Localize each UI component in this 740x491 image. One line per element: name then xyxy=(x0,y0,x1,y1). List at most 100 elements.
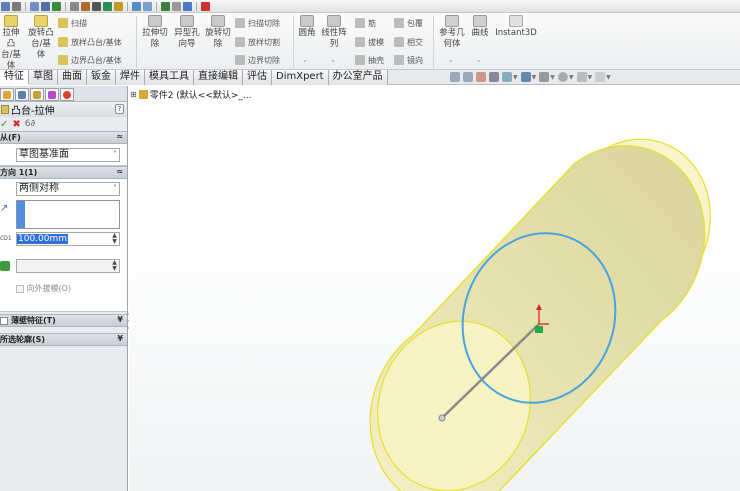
tab-2[interactable]: 曲面 xyxy=(58,70,87,85)
mirror-button[interactable]: 镜向 xyxy=(394,52,423,68)
collapse-icon[interactable]: ≈ xyxy=(116,167,123,176)
tab-6[interactable]: 直接编辑 xyxy=(194,70,243,85)
cube-icon[interactable] xyxy=(92,1,101,11)
reference-geometry-button[interactable]: 参考几 何体 xyxy=(437,13,467,50)
draft-angle-input[interactable]: ▲ ▼ xyxy=(16,259,120,273)
dimxpert-tab[interactable] xyxy=(45,88,59,101)
swept-cut-button[interactable]: 扫描切除 xyxy=(235,15,280,31)
hide-show-icon[interactable] xyxy=(539,72,550,82)
from-group-header[interactable]: 从(F) ≈ xyxy=(0,131,127,144)
expand-icon[interactable]: ¥ xyxy=(117,315,123,324)
rib-button[interactable]: 筋 xyxy=(355,15,376,31)
rebuild-icon[interactable] xyxy=(52,1,61,11)
thin-feature-header[interactable]: 薄壁特征(T) ¥ xyxy=(0,314,127,327)
image-icon[interactable] xyxy=(161,1,170,11)
view-orientation-icon[interactable] xyxy=(502,72,512,82)
shell-button[interactable]: 抽壳 xyxy=(355,52,384,68)
linear-pattern-button[interactable]: 线性阵 列 xyxy=(319,13,349,50)
options-icon[interactable] xyxy=(70,1,79,11)
previous-view-icon[interactable] xyxy=(476,72,486,82)
collapse-icon[interactable]: ≈ xyxy=(116,132,123,141)
depth-input[interactable]: 100.00mm ▲ ▼ xyxy=(16,232,120,246)
pattern-dropdown-icon[interactable]: ˅ xyxy=(331,60,335,68)
revolve-cut-button[interactable]: 旋转切 除 xyxy=(204,13,232,50)
extrude-boss-button[interactable]: 拉伸凸 台/基 体 xyxy=(0,13,22,72)
hole-wizard-button[interactable]: 异型孔 向导 xyxy=(172,13,202,50)
pin-icon[interactable] xyxy=(103,1,112,11)
from-select[interactable]: 草图基准面 ˅ xyxy=(16,148,120,162)
tab-5[interactable]: 模具工具 xyxy=(145,70,194,85)
print-icon[interactable] xyxy=(172,1,181,11)
new-icon[interactable] xyxy=(1,1,10,11)
tab-9[interactable]: 办公室产品 xyxy=(328,70,388,85)
help-icon[interactable]: ? xyxy=(115,104,124,114)
extrude-cut-button[interactable]: 拉伸切 除 xyxy=(141,13,169,50)
draft-outward-checkbox[interactable] xyxy=(16,284,24,293)
chevron-down-icon[interactable]: ▼ xyxy=(606,74,611,81)
draft-button[interactable]: 拔模 xyxy=(355,34,384,50)
arrow-end-handle[interactable] xyxy=(438,414,446,422)
cancel-icon[interactable]: ✖ xyxy=(12,119,20,130)
chevron-down-icon[interactable]: ▼ xyxy=(513,74,518,81)
boundary-boss-button[interactable]: 边界凸台/基体 xyxy=(58,52,122,68)
export-icon[interactable] xyxy=(201,1,210,11)
tab-3[interactable]: 钣金 xyxy=(87,70,116,85)
sweep-button[interactable]: 扫描 xyxy=(58,15,87,31)
wrap-button[interactable]: 包覆 xyxy=(394,15,423,31)
chevron-down-icon[interactable]: ▼ xyxy=(550,74,555,81)
refgeom-dropdown-icon[interactable]: ˅ xyxy=(449,60,453,68)
end-condition-select[interactable]: 两侧对称 ˅ xyxy=(16,182,120,196)
lofted-cut-button[interactable]: 放样切割 xyxy=(235,34,280,50)
graphics-area[interactable]: ⊞ 零件2 (默认<<默认>_... xyxy=(129,86,740,491)
instant3d-button[interactable]: Instant3D xyxy=(494,13,538,39)
direction-arrow-icon[interactable]: ↗ xyxy=(0,204,10,214)
chevron-down-icon[interactable]: ▼ xyxy=(532,74,537,81)
draft-toggle-icon[interactable] xyxy=(0,261,10,271)
tab-8[interactable]: DimXpert xyxy=(272,70,329,85)
view-settings-icon[interactable] xyxy=(595,72,606,82)
sketch-icon[interactable] xyxy=(12,1,21,11)
expand-icon[interactable]: ¥ xyxy=(117,334,123,343)
apply-scene-icon[interactable] xyxy=(576,72,587,82)
thin-feature-checkbox[interactable] xyxy=(0,316,8,325)
loft-boss-button[interactable]: 放样凸台/基体 xyxy=(58,34,122,50)
select-icon[interactable] xyxy=(143,1,152,11)
display-tab[interactable] xyxy=(60,88,74,101)
origin-marker[interactable] xyxy=(535,326,543,333)
curves-button[interactable]: 曲线 xyxy=(468,13,492,39)
direction1-group-header[interactable]: 方向 1(1) ≈ xyxy=(0,166,127,179)
zoom-to-fit-icon[interactable] xyxy=(450,72,460,82)
save-icon[interactable] xyxy=(41,1,50,11)
assembly-icon[interactable] xyxy=(114,1,123,11)
tab-1[interactable]: 草图 xyxy=(29,70,58,85)
chevron-down-icon[interactable]: ▼ xyxy=(569,74,574,81)
boundary-cut-button[interactable]: 边界切除 xyxy=(235,52,280,68)
intersect-button[interactable]: 相交 xyxy=(394,34,423,50)
display-style-icon[interactable] xyxy=(520,72,531,82)
ok-icon[interactable]: ✓ xyxy=(0,119,8,130)
edit-appearance-icon[interactable] xyxy=(557,72,568,82)
fillet-button[interactable]: 圆角 xyxy=(297,13,317,39)
zoom-area-icon[interactable] xyxy=(463,72,473,82)
selected-contours-header[interactable]: 所选轮廓(S) ¥ xyxy=(0,333,127,346)
draft-outward-option[interactable]: 向外拔模(O) xyxy=(16,283,71,294)
fillet-dropdown-icon[interactable]: ˅ xyxy=(303,60,307,68)
tab-0[interactable]: 特征 xyxy=(0,70,29,85)
section-view-icon[interactable] xyxy=(489,72,499,82)
revolve-cut-icon xyxy=(211,15,225,27)
revolve-boss-button[interactable]: 旋转凸 台/基 体 xyxy=(27,13,55,61)
photo-icon[interactable] xyxy=(183,1,192,11)
link-icon[interactable] xyxy=(132,1,141,11)
detailed-preview-icon[interactable]: 6∂ xyxy=(25,119,35,129)
view-icon[interactable] xyxy=(81,1,90,11)
direction-selection-box[interactable] xyxy=(16,200,120,229)
feature-tree-tab[interactable] xyxy=(0,88,14,101)
curves-dropdown-icon[interactable]: ˅ xyxy=(477,60,481,68)
chevron-down-icon[interactable]: ▼ xyxy=(588,74,593,81)
tab-7[interactable]: 评估 xyxy=(243,70,272,85)
open-icon[interactable] xyxy=(30,1,39,11)
tab-4[interactable]: 焊件 xyxy=(116,70,145,85)
spin-arrows-icon[interactable]: ▲ ▼ xyxy=(111,233,118,245)
config-tab[interactable] xyxy=(30,88,44,101)
property-tab[interactable] xyxy=(15,88,29,101)
